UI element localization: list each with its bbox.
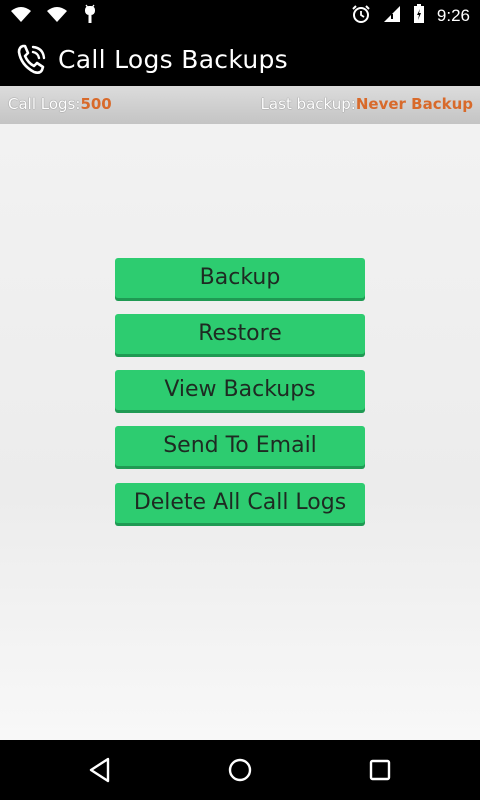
call-logs-count: Call Logs:500 bbox=[8, 95, 112, 113]
restore-button[interactable]: Restore bbox=[115, 314, 365, 354]
android-debug-icon bbox=[82, 4, 98, 28]
info-bar: Call Logs:500 Last backup:Never Backup bbox=[0, 86, 480, 124]
navigation-bar bbox=[0, 740, 480, 800]
view-backups-button[interactable]: View Backups bbox=[115, 370, 365, 410]
action-bar: Call Logs Backups bbox=[0, 32, 480, 86]
signal-icon bbox=[383, 5, 401, 27]
send-to-email-button[interactable]: Send To Email bbox=[115, 426, 365, 466]
recents-icon[interactable] bbox=[364, 754, 396, 786]
call-logs-label: Call Logs: bbox=[8, 95, 81, 113]
back-icon[interactable] bbox=[84, 754, 116, 786]
phone-call-icon bbox=[14, 41, 50, 77]
status-bar: 9:26 bbox=[0, 0, 480, 32]
home-icon[interactable] bbox=[224, 754, 256, 786]
last-backup-value: Never Backup bbox=[355, 95, 473, 113]
battery-icon bbox=[413, 4, 425, 28]
last-backup-label: Last backup: bbox=[260, 95, 356, 113]
backup-button[interactable]: Backup bbox=[115, 258, 365, 298]
wifi-icon bbox=[10, 5, 32, 27]
call-logs-value: 500 bbox=[80, 95, 112, 113]
delete-all-call-logs-button[interactable]: Delete All Call Logs bbox=[115, 483, 365, 523]
alarm-icon bbox=[351, 4, 371, 28]
wifi-icon bbox=[46, 5, 68, 27]
status-time: 9:26 bbox=[436, 6, 470, 25]
app-title: Call Logs Backups bbox=[58, 44, 289, 74]
last-backup-status: Last backup:Never Backup bbox=[261, 95, 473, 113]
main-content: Backup Restore View Backups Send To Emai… bbox=[0, 124, 480, 740]
